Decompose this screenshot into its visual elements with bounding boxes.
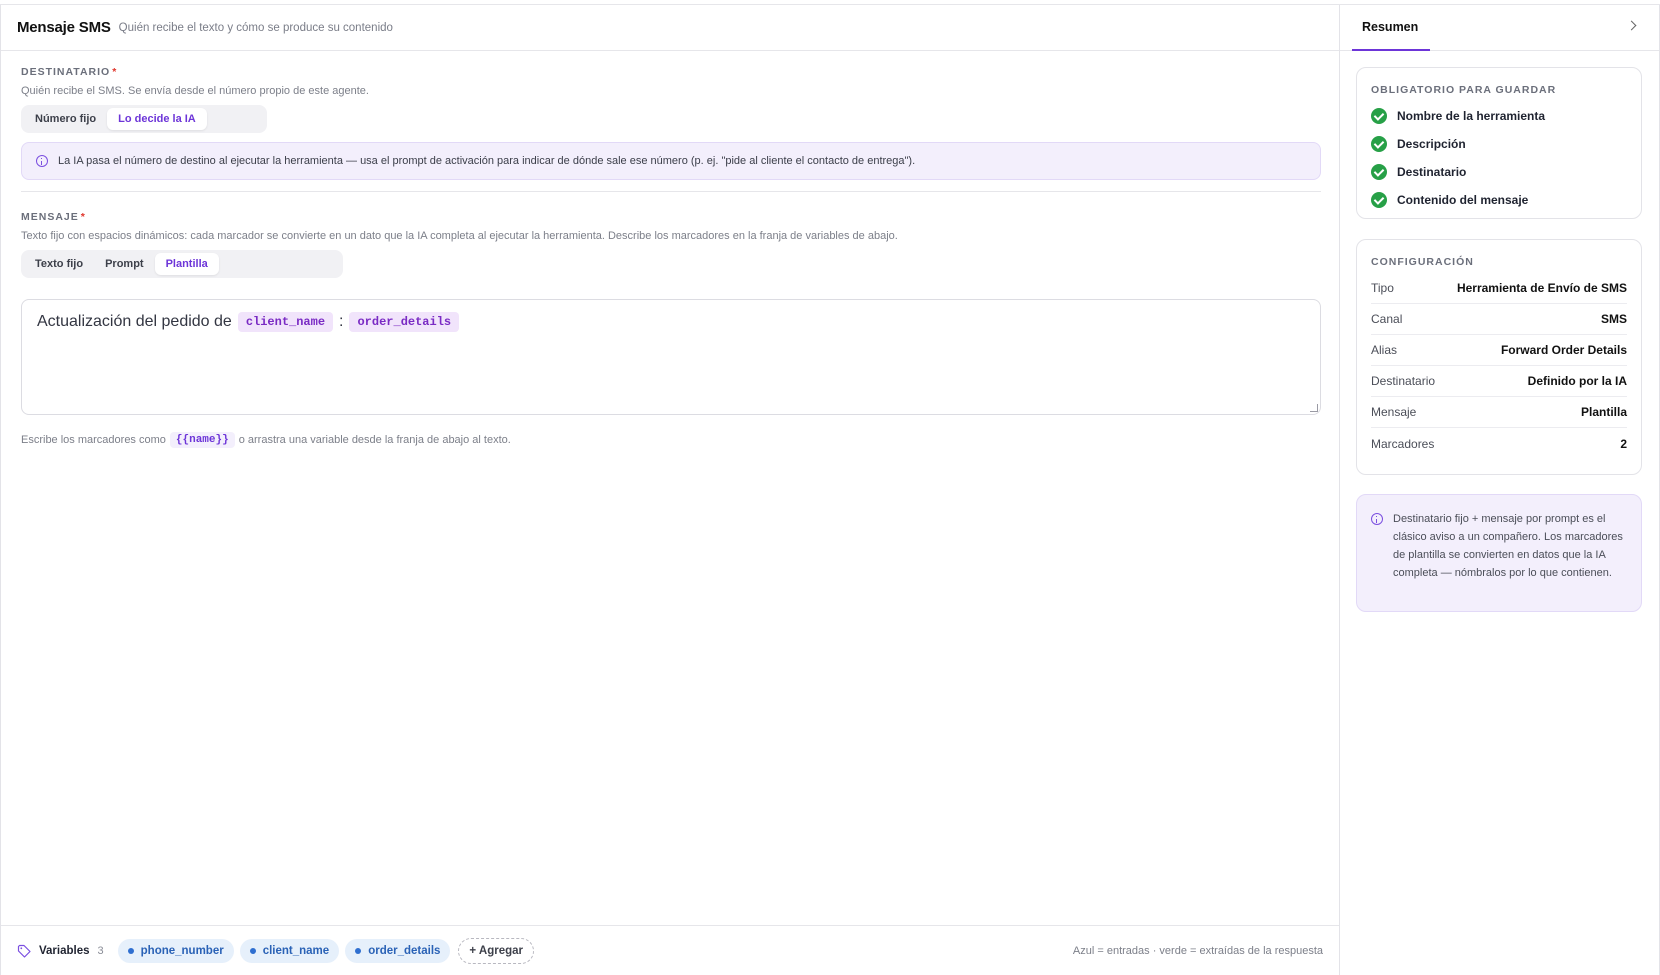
config-key: Destinatario: [1371, 374, 1436, 388]
check-icon: [1371, 192, 1387, 208]
config-row-type: Tipo Herramienta de Envío de SMS: [1371, 273, 1627, 304]
recipient-help: Quién recibe el SMS. Se envía desde el n…: [21, 85, 369, 97]
template-placeholder-chip[interactable]: order_details: [349, 312, 460, 332]
config-row-channel: Canal SMS: [1371, 304, 1627, 335]
checklist-item-label: Descripción: [1397, 137, 1466, 151]
message-option-prompt[interactable]: Prompt: [94, 253, 155, 275]
active-tab-indicator: [1352, 49, 1430, 51]
checklist-item: Destinatario: [1371, 158, 1627, 186]
variable-chip-label: client_name: [262, 944, 330, 957]
template-placeholder-chip[interactable]: client_name: [237, 312, 334, 332]
tab-summary[interactable]: Resumen: [1362, 20, 1418, 34]
config-key: Canal: [1371, 312, 1403, 326]
config-key: Mensaje: [1371, 405, 1417, 419]
config-row-message: Mensaje Plantilla: [1371, 397, 1627, 428]
info-icon: [1371, 513, 1383, 525]
config-key: Tipo: [1371, 281, 1394, 295]
recipient-info-text: La IA pasa el número de destino al ejecu…: [58, 155, 916, 167]
checklist-item: Contenido del mensaje: [1371, 186, 1627, 214]
config-value: Forward Order Details: [1500, 343, 1627, 357]
page-subtitle: Quién recibe el texto y cómo se produce …: [118, 21, 393, 34]
recipient-option-fixed[interactable]: Número fijo: [24, 108, 107, 130]
variables-count: 3: [97, 944, 104, 957]
input-dot-icon: [355, 947, 362, 954]
variable-chip-client-name[interactable]: client_name: [239, 938, 340, 963]
config-value: 2: [1620, 436, 1627, 451]
variables-bar: Variables 3 phone_number client_name ord…: [1, 925, 1339, 975]
variable-chip-label: order_details: [368, 944, 441, 957]
sidebar-tabs: Resumen: [1340, 5, 1659, 51]
required-marker: *: [80, 211, 86, 223]
check-icon: [1371, 136, 1387, 152]
message-option-fixed-text[interactable]: Texto fijo: [24, 253, 94, 275]
checklist-item: Nombre de la herramienta: [1371, 102, 1627, 130]
checklist-item-label: Destinatario: [1397, 165, 1467, 179]
input-dot-icon: [127, 947, 134, 954]
recipient-option-ai[interactable]: Lo decide la IA: [107, 108, 207, 130]
config-key: Marcadores: [1371, 436, 1435, 451]
variable-chip-order-details[interactable]: order_details: [345, 938, 451, 963]
hint-code-example: {{name}}: [169, 432, 235, 448]
check-icon: [1371, 108, 1387, 124]
resize-handle[interactable]: [1310, 404, 1318, 412]
config-row-alias: Alias Forward Order Details: [1371, 335, 1627, 366]
config-value: Definido por la IA: [1527, 374, 1627, 388]
config-value: Plantilla: [1580, 405, 1627, 419]
input-dot-icon: [249, 947, 256, 954]
message-help: Texto fijo con espacios dinámicos: cada …: [21, 230, 898, 242]
required-title: OBLIGATORIO PARA GUARDAR: [1371, 84, 1557, 96]
hint-text-before: Escribe los marcadores como: [21, 434, 166, 446]
app-window: Mensaje SMS Quién recibe el texto y cómo…: [0, 4, 1660, 975]
recipient-label: DESTINATARIO *: [21, 66, 118, 78]
message-option-template[interactable]: Plantilla: [154, 253, 219, 275]
message-mode-toggle: Texto fijo Prompt Plantilla: [21, 250, 343, 278]
add-variable-button[interactable]: + Agregar: [458, 937, 535, 964]
template-separator: :: [339, 313, 344, 330]
config-value: Herramienta de Envío de SMS: [1456, 281, 1627, 295]
configuration-title: CONFIGURACIÓN: [1371, 256, 1474, 268]
tip-text: Destinatario fijo + mensaje por prompt e…: [1393, 513, 1623, 579]
template-editor[interactable]: Actualización del pedido de client_name …: [21, 299, 1321, 415]
variable-chip-phone-number[interactable]: phone_number: [117, 938, 234, 963]
panel-header: Mensaje SMS Quién recibe el texto y cómo…: [1, 5, 1339, 51]
config-key: Alias: [1371, 343, 1398, 357]
placeholder-hint: Escribe los marcadores como {{name}} o a…: [21, 432, 511, 448]
config-value: SMS: [1600, 312, 1627, 326]
recipient-info-callout: La IA pasa el número de destino al ejecu…: [21, 142, 1321, 180]
required-checklist-card: OBLIGATORIO PARA GUARDAR Nombre de la he…: [1356, 67, 1642, 219]
required-marker: *: [112, 66, 118, 78]
variables-legend: Azul = entradas · verde = extraídas de l…: [1072, 944, 1323, 957]
message-section: MENSAJE * Texto fijo con espacios dinámic…: [21, 211, 1321, 278]
message-label: MENSAJE *: [21, 211, 86, 223]
template-text: Actualización del pedido de: [37, 313, 232, 330]
recipient-section: DESTINATARIO * Quién recibe el SMS. Se en…: [21, 66, 1321, 180]
variables-label: Variables: [39, 944, 90, 957]
config-row-recipient: Destinatario Definido por la IA: [1371, 366, 1627, 397]
check-icon: [1371, 164, 1387, 180]
recipient-mode-toggle: Número fijo Lo decide la IA: [21, 105, 267, 133]
config-row-placeholders: Marcadores 2: [1371, 428, 1627, 459]
checklist-item-label: Contenido del mensaje: [1397, 193, 1529, 207]
hint-text-after: o arrastra una variable desde la franja …: [238, 434, 511, 446]
checklist-item: Descripción: [1371, 130, 1627, 158]
info-icon: [36, 155, 48, 167]
checklist-item-label: Nombre de la herramienta: [1397, 109, 1546, 123]
summary-sidebar: Resumen OBLIGATORIO PARA GUARDAR Nombre …: [1340, 5, 1660, 975]
tag-icon: [17, 944, 31, 958]
tip-callout: Destinatario fijo + mensaje por prompt e…: [1356, 494, 1642, 612]
chevron-right-icon[interactable]: [1626, 20, 1637, 31]
configuration-card: CONFIGURACIÓN Tipo Herramienta de Envío d…: [1356, 239, 1642, 475]
variable-chip-label: phone_number: [140, 944, 224, 957]
page-title: Mensaje SMS: [17, 19, 111, 36]
main-panel: Mensaje SMS Quién recibe el texto y cómo…: [0, 5, 1340, 975]
section-divider: [21, 191, 1321, 192]
